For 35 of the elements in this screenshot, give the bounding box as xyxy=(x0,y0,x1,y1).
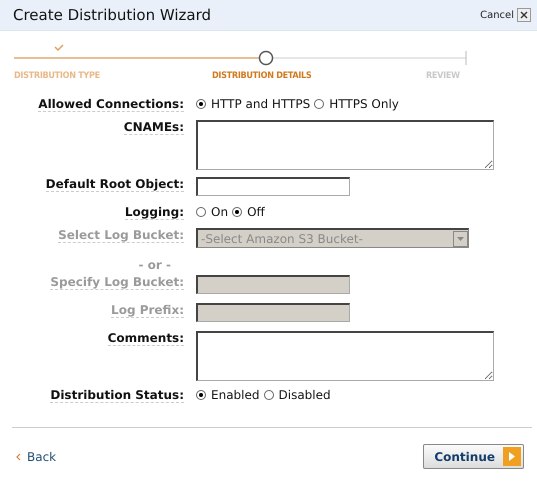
field-label: CNAMEs: xyxy=(124,120,184,135)
field-label: Distribution Status: xyxy=(50,388,184,403)
cancel-link[interactable]: Cancel xyxy=(480,10,514,20)
radio-label: On xyxy=(211,205,228,219)
input-field[interactable] xyxy=(196,177,350,196)
field-label: Logging: xyxy=(124,205,184,220)
separator-text: - or - xyxy=(138,258,171,272)
field-label: Allowed Connections: xyxy=(38,97,184,112)
radio-button[interactable] xyxy=(232,207,242,217)
field-label: Comments: xyxy=(108,331,184,346)
back-link[interactable]: Back xyxy=(16,450,56,464)
chevron-left-icon xyxy=(16,452,21,460)
field-label: Default Root Object: xyxy=(46,177,184,192)
radio-label: Disabled xyxy=(278,388,331,402)
field-label: Select Log Bucket: xyxy=(58,228,184,243)
window-title: Create Distribution Wizard xyxy=(13,6,212,24)
text-area[interactable] xyxy=(196,120,494,170)
text-area[interactable] xyxy=(196,331,494,381)
radio-button[interactable] xyxy=(196,207,206,217)
close-button[interactable] xyxy=(517,8,531,22)
radio-button[interactable] xyxy=(314,99,324,109)
field-label: Log Prefix: xyxy=(111,303,184,318)
radio-label: Enabled xyxy=(211,388,260,402)
radio-button[interactable] xyxy=(196,99,206,109)
step-label: DISTRIBUTION TYPE xyxy=(14,71,100,81)
close-icon xyxy=(520,11,528,19)
radio-label: HTTP and HTTPS xyxy=(211,97,310,111)
radio-button[interactable] xyxy=(196,390,206,400)
radio-button[interactable] xyxy=(264,390,274,400)
arrow-right-icon xyxy=(503,447,521,466)
radio-label: HTTPS Only xyxy=(329,97,399,111)
radio-label: Off xyxy=(247,205,265,219)
field-label: Specify Log Bucket: xyxy=(50,275,184,290)
step-label: DISTRIBUTION DETAILS xyxy=(212,71,312,81)
continue-button[interactable]: Continue xyxy=(423,444,524,469)
